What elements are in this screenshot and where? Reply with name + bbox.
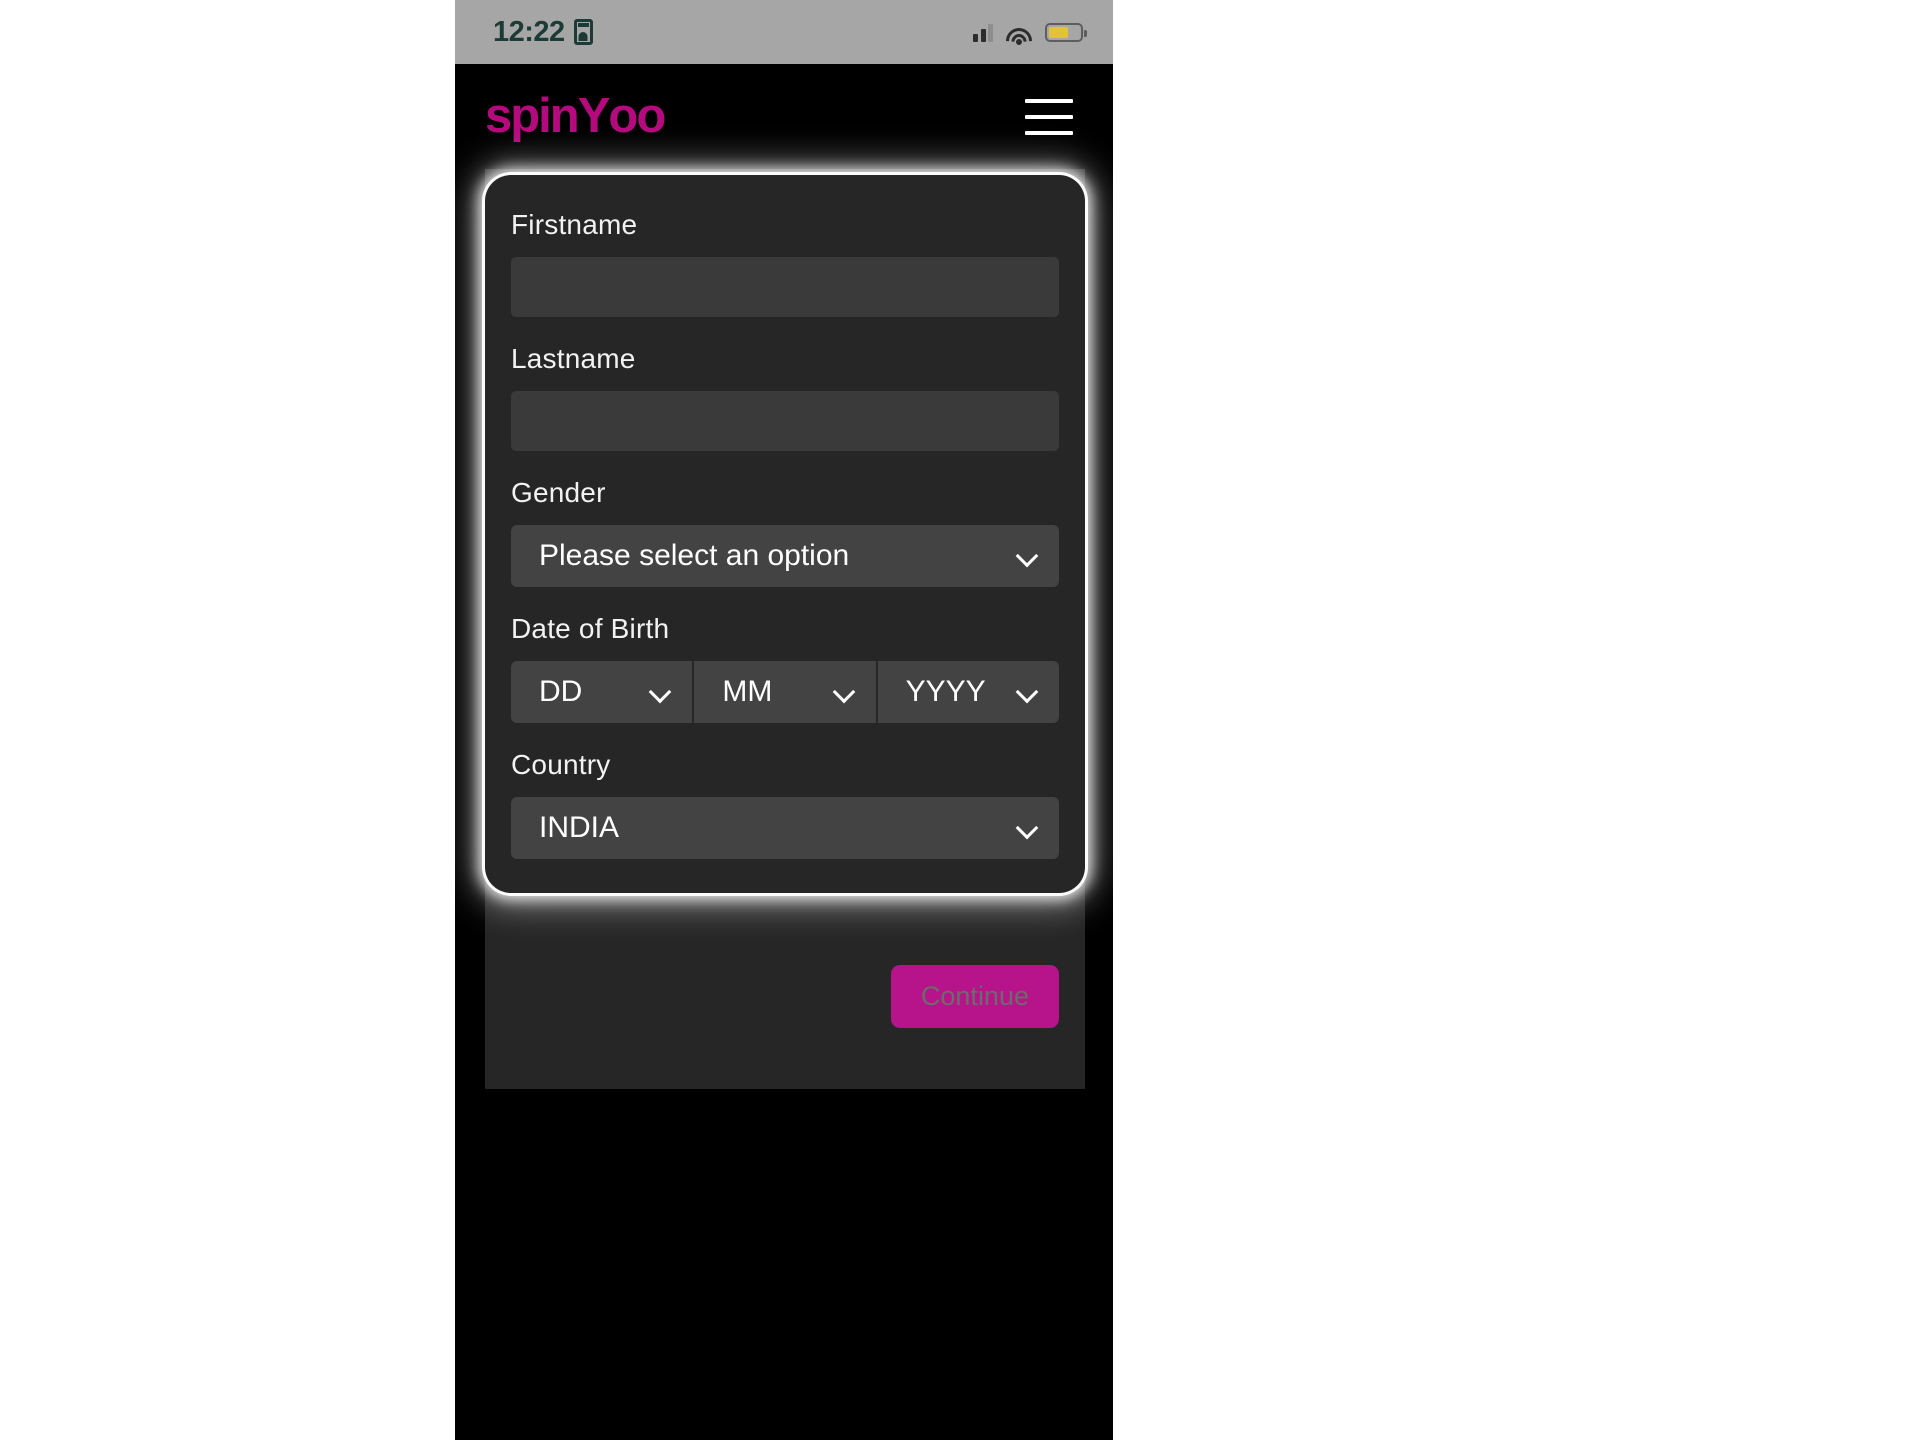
gender-select[interactable]: Please select an option	[511, 525, 1059, 587]
chevron-down-icon	[834, 682, 854, 702]
dob-year-cell: YYYY	[877, 661, 1059, 723]
dob-year-select[interactable]: YYYY	[877, 661, 1059, 723]
brand-logo-part3: oo	[608, 89, 666, 143]
phone-screen: 12:22 spin Yoo Firstname Lastname Gender…	[455, 0, 1113, 1440]
cellular-signal-icon	[973, 22, 993, 42]
battery-icon	[1045, 22, 1087, 42]
hamburger-menu-icon[interactable]	[1025, 98, 1073, 135]
country-select-wrap: INDIA	[511, 797, 1059, 859]
gender-selected-value: Please select an option	[539, 539, 850, 572]
lastname-label: Lastname	[511, 343, 636, 374]
wifi-icon	[1000, 22, 1038, 59]
gender-select-wrap: Please select an option	[511, 525, 1059, 587]
field-gender: Gender Please select an option	[511, 477, 1059, 587]
dob-selects-row: DD MM YYYY	[511, 661, 1059, 723]
dob-day-select[interactable]: DD	[511, 661, 693, 723]
sim-card-icon	[573, 19, 593, 45]
brand-logo-part1: spin	[485, 89, 580, 143]
chevron-down-icon	[1017, 546, 1037, 566]
dob-month-select[interactable]: MM	[694, 661, 876, 723]
lastname-input[interactable]	[511, 391, 1059, 451]
field-date-of-birth: Date of Birth DD MM YYYY	[511, 613, 1059, 723]
chevron-down-icon	[1017, 818, 1037, 838]
dob-year-value: YYYY	[905, 675, 986, 708]
page-content: Firstname Lastname Gender Please select …	[455, 169, 1113, 1440]
registration-form-card: Firstname Lastname Gender Please select …	[485, 175, 1085, 893]
dob-label: Date of Birth	[511, 613, 670, 644]
form-actions: Continue	[485, 965, 1085, 1028]
app-bar: spin Yoo	[455, 64, 1113, 169]
firstname-label: Firstname	[511, 209, 638, 240]
country-label: Country	[511, 749, 611, 780]
field-lastname: Lastname	[511, 343, 1059, 451]
status-bar-left: 12:22	[493, 16, 593, 49]
dob-month-cell: MM	[694, 661, 876, 723]
dob-day-cell: DD	[511, 661, 693, 723]
dob-day-value: DD	[539, 675, 583, 708]
gender-label: Gender	[511, 477, 606, 508]
status-clock: 12:22	[493, 15, 565, 48]
firstname-input[interactable]	[511, 257, 1059, 317]
chevron-down-icon	[1017, 682, 1037, 702]
chevron-down-icon	[650, 682, 670, 702]
brand-logo-part2: Y	[577, 89, 611, 143]
country-select[interactable]: INDIA	[511, 797, 1059, 859]
dob-month-value: MM	[722, 675, 773, 708]
continue-button[interactable]: Continue	[890, 965, 1059, 1028]
field-firstname: Firstname	[511, 209, 1059, 317]
brand-logo[interactable]: spin Yoo	[485, 89, 666, 143]
status-bar-right	[973, 22, 1087, 59]
field-country: Country INDIA	[511, 749, 1059, 859]
status-bar: 12:22	[455, 0, 1113, 64]
country-selected-value: INDIA	[539, 811, 620, 844]
